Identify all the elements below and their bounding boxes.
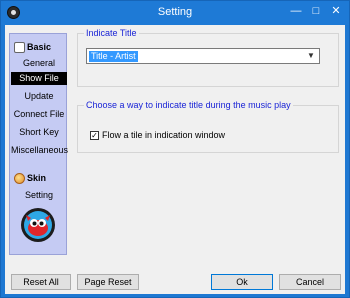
sidebar-item-show-file[interactable]: Show File: [11, 72, 67, 85]
mascot-logo-icon: [21, 208, 55, 242]
page-reset-button[interactable]: Page Reset: [77, 274, 139, 290]
reset-all-button[interactable]: Reset All: [11, 274, 71, 290]
close-button[interactable]: ✕: [327, 2, 345, 20]
indicate-title-label: Indicate Title: [84, 28, 139, 38]
palette-icon: [14, 172, 25, 184]
title-format-select[interactable]: Title - Artist ▼: [86, 48, 320, 64]
music-play-label: Choose a way to indicate title during th…: [84, 100, 293, 110]
settings-window: Setting — □ ✕ Basic General Show File Up…: [0, 0, 350, 298]
title-bar[interactable]: Setting — □ ✕: [1, 1, 349, 25]
music-play-group: Choose a way to indicate title during th…: [77, 100, 339, 153]
sidebar-item-short-key[interactable]: Short Key: [11, 126, 67, 139]
grid-icon: [14, 41, 25, 53]
ok-button[interactable]: Ok: [211, 274, 273, 290]
sidebar-section-label: Skin: [27, 173, 47, 183]
chevron-down-icon[interactable]: ▼: [306, 51, 316, 61]
sidebar-item-general[interactable]: General: [11, 57, 67, 70]
minimize-button[interactable]: —: [287, 2, 305, 20]
flow-tile-label: Flow a tile in indication window: [102, 130, 226, 140]
sidebar-section-label: Basic: [27, 42, 52, 52]
sidebar-item-update[interactable]: Update: [11, 90, 67, 103]
title-format-value: Title - Artist: [89, 51, 138, 62]
cancel-button[interactable]: Cancel: [279, 274, 341, 290]
indicate-title-group: Indicate Title Title - Artist ▼: [77, 28, 339, 87]
sidebar-item-skin-setting[interactable]: Setting: [11, 189, 67, 202]
settings-sidebar: Basic General Show File Update Connect F…: [9, 33, 68, 255]
sidebar-item-connect-file[interactable]: Connect File: [11, 108, 67, 121]
flow-tile-option[interactable]: ✓ Flow a tile in indication window: [90, 130, 225, 140]
sidebar-section-basic: Basic: [14, 40, 51, 54]
dialog-body: Basic General Show File Update Connect F…: [5, 25, 345, 294]
sidebar-item-miscellaneous[interactable]: Miscellaneous: [11, 144, 68, 157]
flow-tile-checkbox[interactable]: ✓: [90, 130, 99, 140]
maximize-button[interactable]: □: [307, 2, 325, 20]
sidebar-section-skin: Skin: [14, 171, 46, 185]
